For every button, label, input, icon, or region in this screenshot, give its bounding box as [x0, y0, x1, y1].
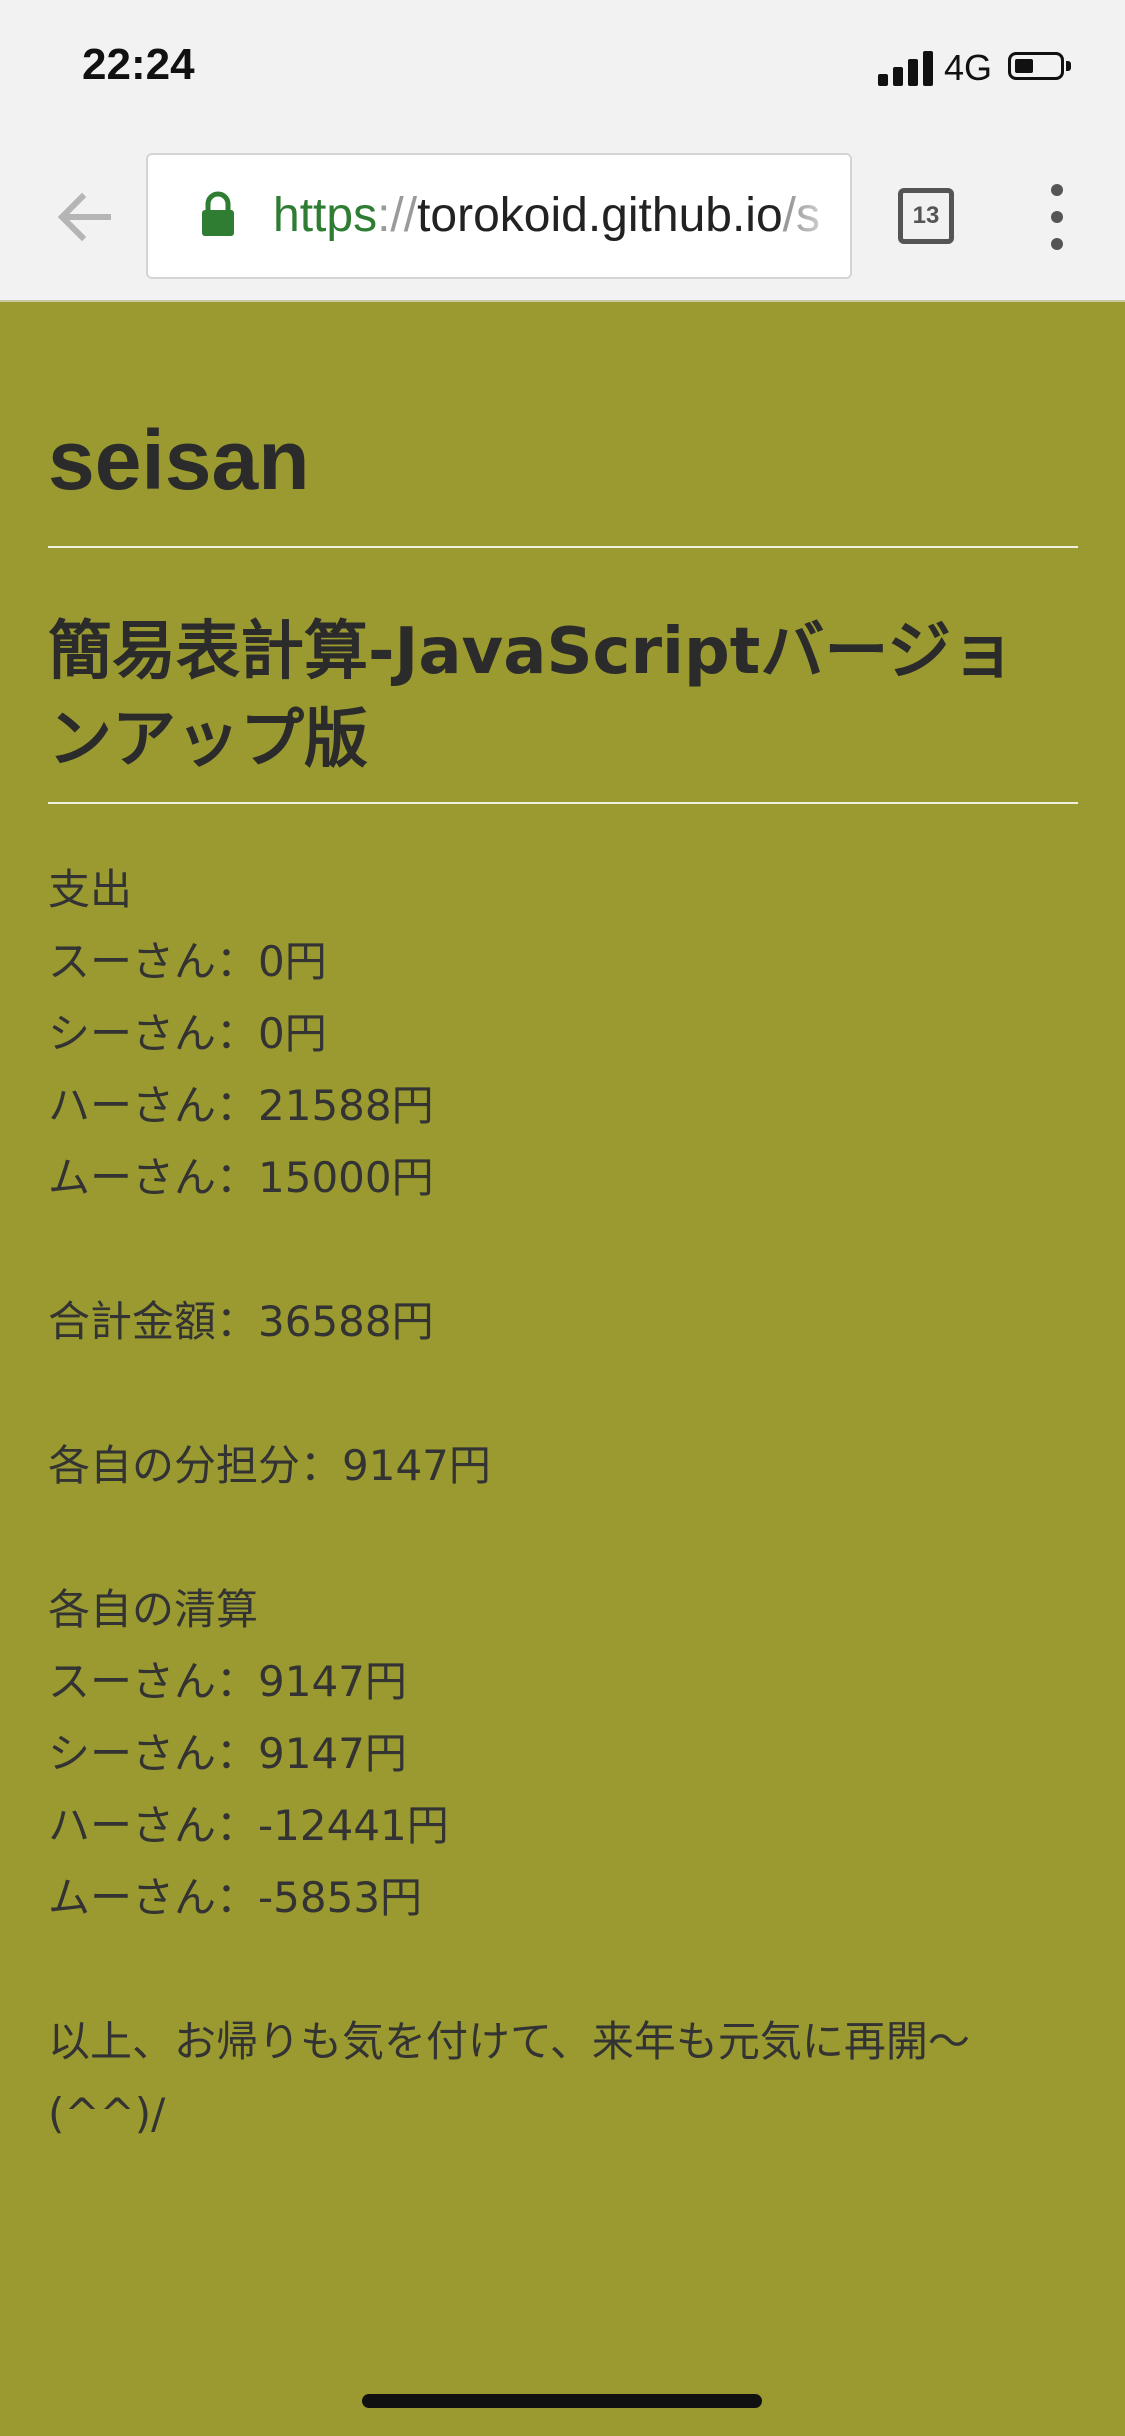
browser-toolbar: https://torokoid.github.io/s 13 — [0, 140, 1125, 302]
status-bar: 22:24 4G — [0, 0, 1125, 140]
back-button[interactable] — [50, 182, 120, 252]
settlement-label: 各自の清算 — [48, 1585, 259, 1634]
settlement-item: ハーさん：-12441円 — [48, 1801, 449, 1850]
per-person-share: 各自の分担分：9147円 — [48, 1441, 491, 1490]
status-time: 22:24 — [82, 40, 195, 89]
expense-item: シーさん：0円 — [48, 1009, 327, 1058]
total-amount: 合計金額：36588円 — [48, 1297, 434, 1346]
url-scheme: https — [273, 189, 378, 242]
signal-bars-icon — [878, 50, 934, 86]
expenses-label: 支出 — [48, 865, 133, 914]
url-fade — [790, 155, 850, 277]
lock-icon — [202, 191, 234, 236]
settlement-item: スーさん：9147円 — [48, 1657, 407, 1706]
site-title: seisan — [48, 413, 310, 507]
page-heading: 簡易表計算-JavaScriptバージョンアップ版 — [48, 615, 1016, 777]
settlement-item: ムーさん：-5853円 — [48, 1873, 423, 1922]
url-separator: :// — [377, 189, 418, 242]
battery-icon — [1008, 52, 1072, 84]
result-text: 支出 スーさん：0円 シーさん：0円 ハーさん：21588円 ムーさん：1500… — [48, 854, 1078, 2150]
url-host: torokoid.github.io — [417, 189, 783, 242]
arrow-left-icon — [57, 192, 111, 242]
tab-switcher-button[interactable]: 13 — [898, 188, 954, 244]
url-text: https://torokoid.github.io/s — [273, 187, 820, 245]
page-content: seisan 簡易表計算-JavaScriptバージョンアップ版 支出 スーさん… — [48, 302, 1078, 2150]
settlement-item: シーさん：9147円 — [48, 1729, 407, 1778]
url-bar[interactable]: https://torokoid.github.io/s — [146, 153, 852, 279]
closing-message: 以上、お帰りも気を付けて、来年も元気に再開〜(^^)/ — [48, 2017, 970, 2138]
kebab-menu-icon[interactable] — [1040, 184, 1076, 250]
heading-divider — [48, 802, 1078, 804]
home-indicator[interactable] — [362, 2394, 762, 2408]
title-divider — [48, 546, 1078, 548]
network-type-label: 4G — [944, 47, 993, 88]
expense-item: ハーさん：21588円 — [48, 1081, 434, 1130]
expense-item: スーさん：0円 — [48, 937, 327, 986]
expense-item: ムーさん：15000円 — [48, 1153, 434, 1202]
